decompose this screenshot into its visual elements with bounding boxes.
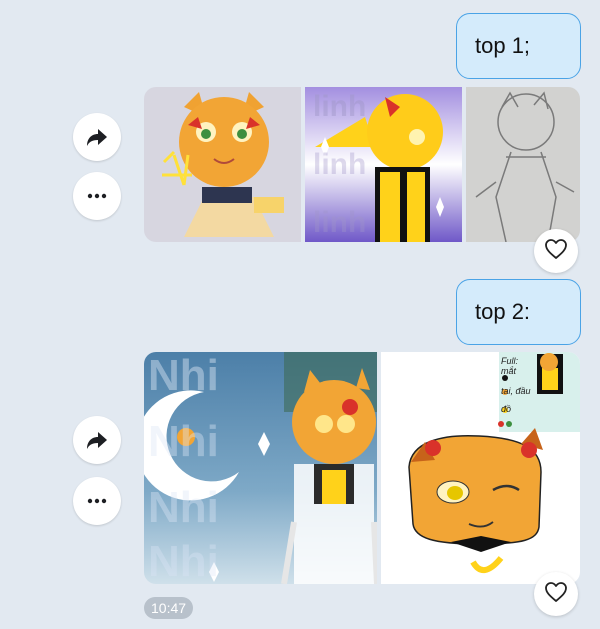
more-options-button[interactable] (73, 172, 121, 220)
heart-outline-icon (544, 581, 568, 608)
more-dots-icon (87, 193, 107, 199)
timestamp-text: 10:47 (151, 600, 187, 616)
watermark-text: Nhi (148, 417, 219, 466)
message-text: top 2: (475, 299, 531, 324)
ref-sheet-label: mắt (501, 366, 517, 376)
forward-button[interactable] (73, 113, 121, 161)
ref-sheet-label: đồ (501, 404, 512, 414)
more-dots-icon (87, 498, 107, 504)
more-options-button[interactable] (73, 477, 121, 525)
photo-group-1[interactable]: linh linh linh (144, 87, 580, 242)
watermark-text: Nhi (148, 352, 219, 400)
photo-drawing-orange-cat[interactable] (144, 87, 301, 242)
watermark-text: Nhi (148, 537, 219, 585)
photo-drawing-orange-face[interactable]: Full: mắt tai, đầu đồ (381, 352, 580, 584)
watermark-text: linh (313, 148, 367, 181)
photo-drawing-moon-character[interactable]: Nhi Nhi Nhi Nhi (144, 352, 377, 584)
message-bubble-top-1[interactable]: top 1; (456, 13, 581, 79)
ref-sheet-label: Full: (501, 356, 519, 366)
message-bubble-top-2[interactable]: top 2: (456, 279, 581, 345)
watermark-text: linh (313, 206, 367, 239)
ref-sheet-label: tai, đầu (501, 386, 531, 396)
like-button[interactable] (534, 572, 578, 616)
watermark-text: Nhi (148, 483, 219, 532)
heart-outline-icon (544, 238, 568, 265)
forward-arrow-icon (86, 127, 108, 147)
message-timestamp: 10:47 (144, 597, 194, 619)
photo-pencil-sketch[interactable] (466, 87, 580, 242)
photo-group-2[interactable]: Nhi Nhi Nhi Nhi Full: mắt tai, đầu đồ (144, 352, 580, 584)
message-text: top 1; (475, 33, 531, 58)
forward-button[interactable] (73, 416, 121, 464)
photo-drawing-yellow-character[interactable]: linh linh linh (305, 87, 462, 242)
like-button[interactable] (534, 229, 578, 273)
watermark-text: linh (313, 90, 367, 123)
forward-arrow-icon (86, 430, 108, 450)
